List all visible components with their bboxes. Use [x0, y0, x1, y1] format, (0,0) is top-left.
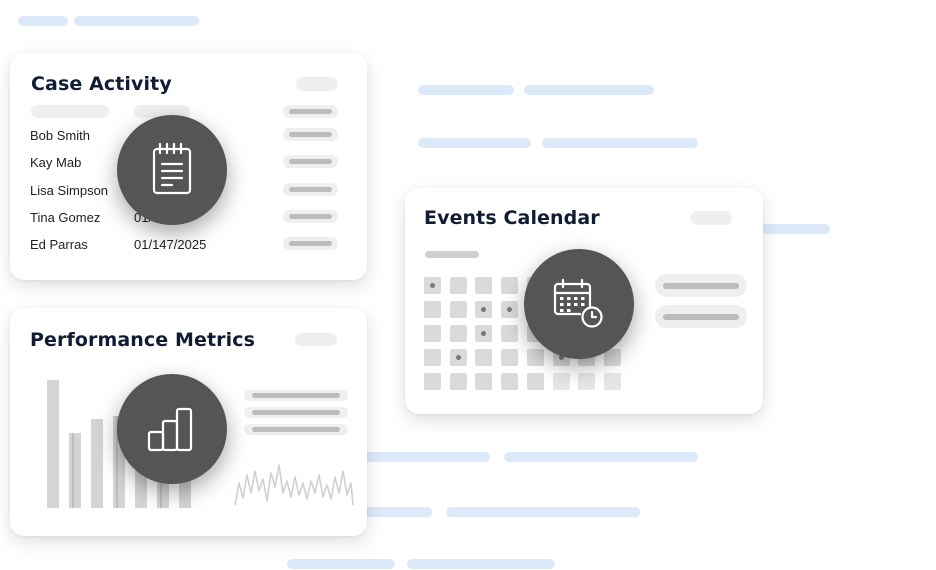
- header-placeholder: [296, 77, 338, 91]
- calendar-day-cell: [578, 373, 596, 390]
- value-placeholder: [289, 214, 332, 219]
- legend-placeholder: [244, 407, 348, 418]
- value-placeholder: [252, 410, 340, 415]
- bg-line: [18, 16, 68, 26]
- chart-bar: [47, 380, 59, 508]
- calendar-day-cell: [449, 373, 467, 390]
- calendar-day-cell: [526, 349, 544, 366]
- row-name: Bob Smith: [30, 128, 90, 143]
- calendar-day-cell: [526, 373, 544, 390]
- calendar-day-cell: [552, 373, 570, 390]
- notepad-icon: [152, 142, 192, 195]
- bar-chart-icon: [147, 407, 193, 452]
- value-placeholder: [289, 109, 332, 114]
- calendar-day-cell: [449, 301, 467, 318]
- sparkline-placeholder: [234, 464, 354, 506]
- calendar-day-cell: [449, 277, 467, 294]
- card-title: Case Activity: [31, 73, 172, 95]
- bar-chart-icon-badge: [117, 374, 227, 484]
- value-placeholder: [289, 241, 332, 246]
- notepad-icon-badge: [117, 115, 227, 225]
- chart-bar: [69, 433, 81, 508]
- subheader-placeholder: [425, 251, 479, 258]
- event-item: [655, 274, 747, 297]
- calendar-day-cell: [475, 277, 493, 294]
- calendar-day-cell: [501, 349, 519, 366]
- calendar-day-cell: [449, 349, 467, 366]
- card-title: Events Calendar: [424, 207, 600, 229]
- calendar-day-cell: [424, 373, 441, 390]
- calendar-day-cell: [424, 349, 441, 366]
- calendar-day-cell: [475, 349, 493, 366]
- case-activity-card: Case Activity Bob Smith Kay Mab Lisa Sim…: [10, 53, 367, 280]
- event-dot: [481, 307, 487, 312]
- row-value-placeholder: [283, 237, 338, 250]
- bg-line: [504, 452, 698, 462]
- bg-line: [418, 138, 531, 148]
- legend-placeholder: [244, 390, 348, 401]
- event-placeholder: [663, 314, 739, 320]
- column-header-placeholder: [283, 105, 338, 118]
- calendar-day-cell: [424, 277, 441, 294]
- calendar-day-cell: [424, 301, 441, 318]
- card-title: Performance Metrics: [30, 329, 256, 351]
- bg-line: [407, 559, 555, 569]
- calendar-clock-icon: [553, 278, 603, 328]
- calendar-day-cell: [501, 301, 519, 318]
- bg-line: [542, 138, 698, 148]
- row-value-placeholder: [283, 183, 338, 196]
- event-dot: [481, 331, 487, 336]
- row-value-placeholder: [283, 210, 338, 223]
- calendar-day-cell: [603, 373, 621, 390]
- value-placeholder: [289, 159, 332, 164]
- bg-line: [418, 85, 514, 95]
- header-placeholder: [690, 211, 732, 225]
- event-dot: [507, 307, 513, 312]
- events-calendar-card: Events Calendar: [405, 188, 763, 414]
- calendar-day-cell: [475, 373, 493, 390]
- bg-line: [74, 16, 199, 26]
- value-placeholder: [252, 427, 340, 432]
- event-dot: [430, 283, 435, 288]
- performance-metrics-card: Performance Metrics: [10, 308, 367, 536]
- row-name: Ed Parras: [30, 237, 88, 252]
- bg-line: [446, 507, 640, 517]
- row-date: 01/147/2025: [134, 237, 207, 252]
- event-placeholder: [663, 283, 739, 289]
- row-name: Kay Mab: [30, 155, 82, 170]
- value-placeholder: [252, 393, 340, 398]
- calendar-clock-icon-badge: [524, 249, 634, 359]
- calendar-day-cell: [475, 301, 493, 318]
- legend-placeholder: [244, 424, 348, 435]
- calendar-day-cell: [501, 373, 519, 390]
- calendar-day-cell: [449, 325, 467, 342]
- event-item: [655, 305, 747, 328]
- bg-line: [287, 559, 395, 569]
- bg-line: [524, 85, 654, 95]
- row-value-placeholder: [283, 128, 338, 141]
- calendar-day-cell: [501, 325, 519, 342]
- value-placeholder: [289, 187, 332, 192]
- column-header-placeholder: [31, 105, 109, 118]
- value-placeholder: [289, 132, 332, 137]
- row-name: Lisa Simpson: [30, 183, 109, 198]
- calendar-day-cell: [475, 325, 493, 342]
- bg-line: [360, 507, 432, 517]
- row-name: Tina Gomez: [30, 210, 101, 225]
- row-value-placeholder: [283, 155, 338, 168]
- chart-bar: [91, 419, 103, 508]
- calendar-day-cell: [501, 277, 519, 294]
- bg-line: [360, 452, 490, 462]
- calendar-day-cell: [424, 325, 441, 342]
- header-placeholder: [295, 333, 337, 346]
- event-dot: [455, 355, 461, 360]
